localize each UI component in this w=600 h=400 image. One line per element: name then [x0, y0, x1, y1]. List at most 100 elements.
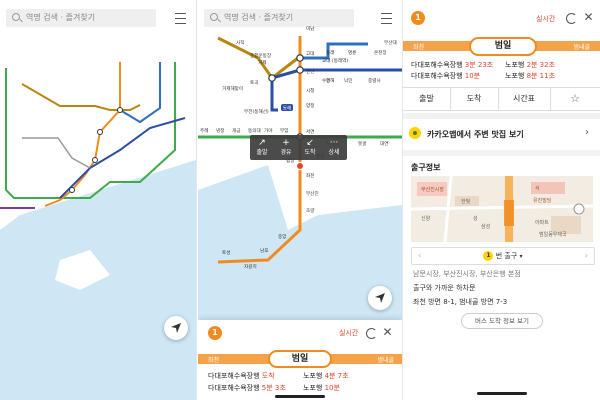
- popup-via-button[interactable]: + 경유: [274, 135, 298, 160]
- favorite-button[interactable]: ☆: [550, 88, 600, 110]
- station-label[interactable]: 종합운동장: [250, 52, 272, 59]
- refresh-icon[interactable]: [566, 13, 577, 24]
- refresh-icon[interactable]: [366, 328, 377, 339]
- map-overview-panel: 역명 검색 · 즐겨찾기: [0, 0, 197, 400]
- arrival-row: 노포행 4분 7초: [303, 372, 349, 380]
- exit-nearby-places: 남문시장, 부산진시장, 부산은행 본점: [413, 270, 521, 278]
- arrival-row: 노포행 2분 32초: [505, 61, 556, 69]
- arrival-row: 다대포해수욕장행 도착: [208, 372, 275, 380]
- station-marker[interactable]: [296, 66, 304, 74]
- station-label[interactable]: 좌천: [306, 172, 314, 179]
- station-label[interactable]: 연산: [306, 68, 315, 75]
- station-label[interactable]: 중앙: [278, 233, 287, 240]
- station-label[interactable]: 가야: [264, 127, 273, 134]
- station-label[interactable]: 온천장: [374, 49, 387, 56]
- station-label[interactable]: 자갈치: [244, 263, 257, 270]
- exit-info-title: 출구정보: [411, 163, 441, 172]
- chevron-left-icon[interactable]: ‹: [418, 248, 421, 264]
- donghae-branch-path: [270, 78, 278, 112]
- arrival-row: 다대포해수욕장행 5분 3초: [208, 384, 286, 392]
- timetable-button[interactable]: 시간표: [498, 88, 551, 110]
- station-label[interactable]: 부산대: [384, 39, 397, 46]
- line-number-badge: 1: [208, 326, 222, 340]
- section-separator: [403, 113, 600, 119]
- station-marker[interactable]: [296, 54, 304, 62]
- station-label[interactable]: 못골: [358, 141, 366, 147]
- subway-map-full[interactable]: [0, 0, 196, 400]
- chevron-right-icon: ›: [585, 127, 589, 138]
- station-label[interactable]: 대연: [380, 140, 388, 147]
- station-label[interactable]: 주례: [200, 127, 208, 134]
- arrive-button[interactable]: 도착: [450, 88, 499, 110]
- svg-text:신양: 신양: [421, 215, 431, 222]
- line-number-badge: 1: [411, 11, 425, 25]
- exit-number-badge: 1: [483, 251, 494, 261]
- station-bottom-sheet[interactable]: 1 실시간 ✕ 좌천 범내골 범일 다대포해수욕장행 도착 노포행 4분 7초 …: [198, 320, 402, 400]
- popup-detail-button[interactable]: ··· 상세: [322, 135, 346, 160]
- station-label[interactable]: 서면: [306, 128, 314, 135]
- kakao-map-link[interactable]: 카카오맵에서 주변 맛집 보기 ›: [403, 124, 600, 144]
- close-icon[interactable]: ✕: [583, 11, 594, 23]
- station-label[interactable]: 남포: [260, 247, 268, 254]
- station-label[interactable]: 부전(동해선): [244, 108, 269, 115]
- station-label[interactable]: 초량: [306, 207, 315, 214]
- locate-button[interactable]: [164, 316, 188, 340]
- station-marker[interactable]: [97, 129, 103, 135]
- svg-text:아파트: 아파트: [535, 219, 549, 226]
- station-label[interactable]: 냉정: [216, 127, 224, 134]
- station-label[interactable]: 양정: [306, 102, 314, 109]
- realtime-label: 실시간: [536, 15, 556, 23]
- station-label[interactable]: 부산진: [306, 190, 319, 197]
- station-label[interactable]: 명륜: [348, 49, 356, 56]
- arrive-icon: ↙: [306, 138, 314, 148]
- station-marker[interactable]: [268, 74, 276, 82]
- line-badge-text: 동해: [283, 105, 291, 112]
- svg-text:석: 석: [535, 185, 540, 192]
- svg-text:유진빌딩: 유진빌딩: [533, 197, 551, 204]
- depart-button[interactable]: 출발: [403, 88, 451, 110]
- station-label[interactable]: 토곡: [250, 80, 258, 86]
- station-label[interactable]: 토성: [222, 249, 230, 256]
- station-label[interactable]: 교대 (동래역): [322, 57, 348, 64]
- station-marker[interactable]: [117, 107, 123, 113]
- chevron-right-icon[interactable]: ›: [585, 248, 588, 264]
- prev-station[interactable]: 좌천: [413, 42, 424, 51]
- station-marker[interactable]: [92, 157, 98, 163]
- station-label[interactable]: 동해: [326, 77, 334, 84]
- station-label[interactable]: 거제해맞이: [222, 85, 243, 92]
- arrival-row: 다대포해수욕장행 10분: [411, 72, 481, 80]
- dropdown-caret-icon: ▾: [519, 253, 523, 260]
- popup-depart-button[interactable]: ↗ 출발: [250, 135, 274, 160]
- subway-map-zoomed[interactable]: 동해 사직종합운동장미남고대 동래교대 (동래역)명륜 온천장부산대거제연산수안 낙민…: [198, 0, 402, 320]
- svg-text:범일동우체국: 범일동우체국: [539, 231, 567, 238]
- bus-arrival-button[interactable]: 버스 도착 정보 보기: [461, 313, 543, 329]
- next-station[interactable]: 범내골: [377, 355, 394, 364]
- station-label[interactable]: 부암: [280, 127, 289, 134]
- home-indicator: [477, 392, 527, 395]
- exit-selector[interactable]: ‹ 1 번 출구 ▾ ›: [411, 247, 595, 265]
- station-area-map[interactable]: 부산진시장 한빛 신양 성 삼성 석 아파트 유진빌딩 범일동우체국: [411, 176, 593, 242]
- plus-icon: +: [282, 138, 290, 148]
- donghae-path: [271, 68, 402, 80]
- selected-station-marker[interactable]: [295, 161, 305, 171]
- station-label[interactable]: 개금: [232, 127, 240, 134]
- station-label[interactable]: 동래: [326, 49, 334, 56]
- popup-arrive-button[interactable]: ↙ 도착: [298, 135, 322, 160]
- close-icon[interactable]: ✕: [382, 326, 393, 338]
- station-label[interactable]: 시청: [306, 88, 314, 94]
- station-label[interactable]: 거제: [258, 59, 266, 66]
- station-action-popup: ↗ 출발 + 경유 ↙ 도착 ··· 상세: [250, 135, 347, 160]
- station-label[interactable]: 사직: [236, 39, 244, 46]
- next-station[interactable]: 범내골: [573, 42, 590, 51]
- station-label[interactable]: 고대: [306, 50, 314, 57]
- prev-station[interactable]: 좌천: [208, 355, 219, 364]
- station-label[interactable]: 충렬사: [368, 77, 381, 84]
- realtime-label: 실시간: [339, 329, 359, 337]
- station-label[interactable]: 낙민: [344, 77, 352, 84]
- locate-button[interactable]: [368, 286, 392, 310]
- station-label[interactable]: 미남: [306, 25, 315, 32]
- svg-text:성: 성: [473, 215, 478, 222]
- station-marker[interactable]: [69, 187, 75, 193]
- station-label[interactable]: 동의대: [248, 127, 261, 134]
- arrival-row: 다대포해수욕장행 3분 23초: [411, 61, 494, 69]
